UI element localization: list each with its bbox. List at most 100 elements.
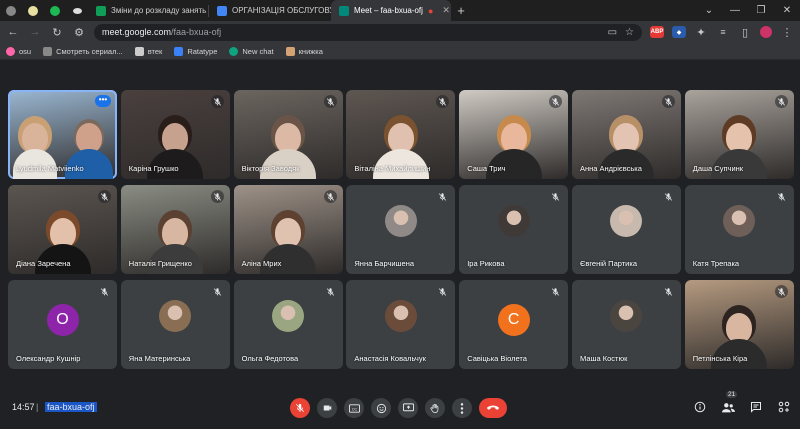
participant-tile[interactable]: Віталіна Михайлишин bbox=[346, 90, 456, 179]
profile-avatar[interactable] bbox=[760, 26, 772, 38]
window-controls: ⌄ — ❐ ✕ bbox=[696, 0, 800, 21]
spotify-icon bbox=[50, 5, 60, 16]
meet-bottom-bar: 14:57 | faa-bxua-ofj CC 21 bbox=[0, 390, 800, 429]
participant-tile[interactable]: Петлінська Кіра bbox=[684, 280, 794, 369]
mic-off-icon bbox=[774, 95, 788, 108]
activities-button[interactable] bbox=[776, 398, 792, 416]
chat-button[interactable] bbox=[748, 398, 764, 416]
side-panel-icon[interactable]: ▯ bbox=[738, 26, 752, 39]
bookmark-vtek[interactable]: втек bbox=[134, 46, 162, 56]
tab-mini-3[interactable] bbox=[44, 0, 66, 21]
participant-tile[interactable]: Діана Заречена bbox=[8, 185, 117, 274]
tab-schedule[interactable]: Зміни до розкладу занять | гl ✕ bbox=[88, 0, 208, 21]
extensions-icon[interactable]: ✦ bbox=[694, 26, 708, 39]
avatar bbox=[384, 299, 417, 332]
participant-tile[interactable]: Вікторія Заводяк bbox=[233, 90, 343, 179]
present-screen-button[interactable] bbox=[398, 398, 418, 418]
present-icon bbox=[402, 403, 414, 412]
participant-name: Діана Заречена bbox=[16, 259, 71, 268]
participant-name: Lyudmila Matviienko bbox=[16, 164, 84, 173]
reactions-button[interactable] bbox=[371, 398, 391, 418]
participant-name: Вікторія Заводяк bbox=[241, 164, 300, 173]
participant-tile[interactable]: Янна Барчишена bbox=[346, 185, 456, 274]
participant-grid: Lyudmila Matviienko ••• Каріна Грушко Вікто… bbox=[8, 90, 794, 370]
more-options-button[interactable] bbox=[452, 398, 472, 418]
bookmark-label: osu bbox=[19, 46, 32, 56]
tab-mini-1[interactable] bbox=[0, 0, 22, 21]
bookmark-new-chat[interactable]: New chat bbox=[229, 46, 274, 56]
participant-tile[interactable]: Каріна Грушко bbox=[120, 90, 230, 179]
participant-tile[interactable]: Анна Андрієвська bbox=[571, 90, 681, 179]
bookmark-star-icon[interactable]: ☆ bbox=[625, 27, 634, 38]
participant-tile[interactable]: Катя Трепака bbox=[684, 185, 794, 274]
participant-tile[interactable]: Анастасія Ковальчук bbox=[346, 280, 456, 369]
participant-tile[interactable]: Наталія Грищенко bbox=[120, 185, 230, 274]
raise-hand-button[interactable] bbox=[425, 398, 445, 418]
reload-icon[interactable]: ↻ bbox=[50, 26, 64, 39]
people-count-badge: 21 bbox=[726, 391, 738, 398]
bookmark-label: книжка bbox=[298, 46, 323, 56]
url-path: /faa-bxua-ofj bbox=[171, 27, 222, 37]
tab-search-icon[interactable]: ⌄ bbox=[696, 0, 722, 21]
camera-toggle-button[interactable] bbox=[317, 398, 337, 418]
participant-tile[interactable]: С Савіцька Віолета bbox=[459, 280, 569, 369]
participant-tile[interactable]: Яна Материнська bbox=[120, 280, 230, 369]
participant-name: Катя Трепака bbox=[692, 259, 740, 268]
recording-icon: ● bbox=[427, 5, 434, 16]
adblock-extension-icon[interactable]: ABP bbox=[650, 26, 664, 38]
tab-organization[interactable]: ОРГАНІЗАЦІЯ ОБСЛУГОВУВА ✕ bbox=[209, 0, 331, 21]
menu-icon[interactable]: ⋮ bbox=[780, 26, 794, 39]
participant-tile[interactable]: Маша Костюк bbox=[571, 280, 681, 369]
more-options-icon[interactable]: ••• bbox=[95, 95, 111, 107]
mic-off-icon bbox=[436, 190, 449, 203]
participant-tile[interactable]: Іра Рикова bbox=[459, 185, 569, 274]
tab-mini-2[interactable] bbox=[22, 0, 44, 21]
meeting-details-button[interactable] bbox=[692, 398, 708, 416]
participant-tile[interactable]: Аліна Мрих bbox=[233, 185, 343, 274]
book-icon bbox=[285, 46, 295, 56]
site-info-icon[interactable]: ⚙ bbox=[72, 26, 86, 39]
address-bar[interactable]: meet.google.com/faa-bxua-ofj ▭ ☆ bbox=[94, 23, 642, 41]
reading-list-icon[interactable]: ≡ bbox=[716, 27, 730, 37]
mic-off-icon bbox=[323, 190, 337, 203]
film-icon bbox=[43, 46, 53, 56]
back-icon[interactable]: ← bbox=[6, 26, 20, 38]
chat-icon bbox=[751, 402, 761, 413]
leave-call-button[interactable] bbox=[479, 398, 507, 418]
bookmarks-bar: osu Смотреть сериал... втек Ratatype New… bbox=[0, 43, 800, 60]
people-button[interactable]: 21 bbox=[720, 391, 738, 416]
bookmark-ratatype[interactable]: Ratatype bbox=[174, 46, 217, 56]
new-tab-button[interactable]: + bbox=[451, 3, 471, 18]
close-icon[interactable]: ✕ bbox=[442, 5, 450, 16]
maximize-icon[interactable]: ❐ bbox=[748, 0, 774, 21]
participant-tile[interactable]: О Олександр Кушнір bbox=[8, 280, 117, 369]
participant-tile[interactable]: Ольга Федотова bbox=[233, 280, 343, 369]
participant-tile[interactable]: Lyudmila Matviienko ••• bbox=[8, 90, 117, 179]
bookmark-series[interactable]: Смотреть сериал... bbox=[43, 46, 123, 56]
mic-off-icon bbox=[98, 190, 111, 203]
participant-name: Савіцька Віолета bbox=[467, 354, 527, 363]
minimize-icon[interactable]: — bbox=[722, 0, 748, 21]
bookmark-osu[interactable]: osu bbox=[6, 46, 32, 56]
emoji-icon bbox=[376, 403, 386, 413]
captions-button[interactable]: CC bbox=[344, 398, 364, 418]
meeting-code[interactable]: faa-bxua-ofj bbox=[45, 402, 97, 412]
mic-toggle-button[interactable] bbox=[290, 398, 310, 418]
avatar bbox=[610, 204, 643, 237]
participant-tile[interactable]: Саша Трич bbox=[459, 90, 569, 179]
shield-extension-icon[interactable]: ◆ bbox=[672, 26, 686, 38]
avatar bbox=[610, 299, 643, 332]
tab-meet[interactable]: Meet – faa-bxua-ofj ● ✕ bbox=[331, 0, 451, 21]
bookmark-label: New chat bbox=[242, 46, 274, 56]
camera-icon[interactable]: ▭ bbox=[608, 27, 617, 38]
tab-mini-4[interactable] bbox=[66, 0, 88, 21]
forward-icon[interactable]: → bbox=[28, 26, 42, 38]
participant-tile[interactable]: Даша Супчинк bbox=[684, 90, 794, 179]
eye-icon bbox=[72, 7, 82, 14]
participant-tile[interactable]: Євгеній Партика bbox=[571, 185, 681, 274]
close-window-icon[interactable]: ✕ bbox=[774, 0, 800, 21]
url-host: meet.google.com bbox=[102, 27, 172, 37]
mic-off-icon bbox=[324, 285, 337, 298]
bookmark-book[interactable]: книжка bbox=[285, 46, 323, 56]
mic-off-icon bbox=[98, 285, 111, 298]
